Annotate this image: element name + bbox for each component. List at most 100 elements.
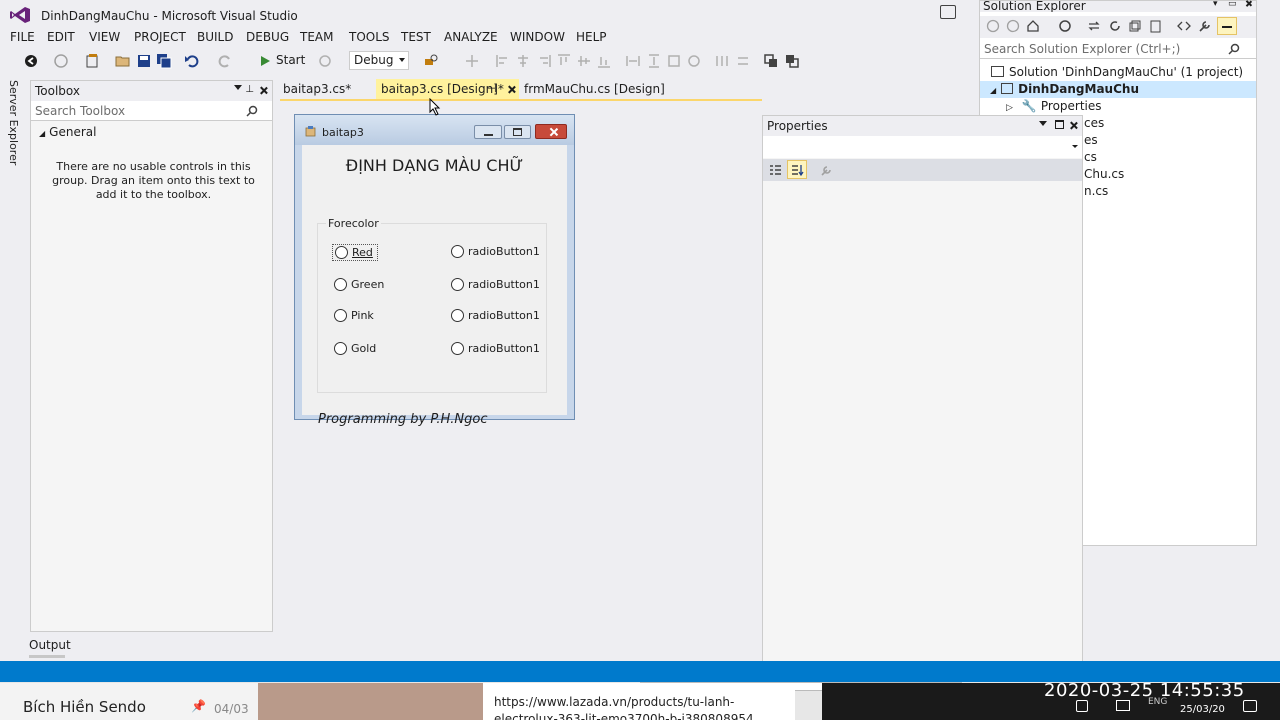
send-to-back-icon[interactable] xyxy=(784,53,800,69)
align-lefts-icon[interactable] xyxy=(495,53,511,69)
close-tab-icon[interactable] xyxy=(506,85,515,94)
properties-node[interactable]: ▷ 🔧 Properties xyxy=(1006,99,1102,113)
align-centers-icon[interactable] xyxy=(515,53,531,69)
align-rights-icon[interactable] xyxy=(536,53,552,69)
alphabetical-button[interactable] xyxy=(787,160,807,179)
horizontal-spacing-icon[interactable] xyxy=(714,53,730,69)
server-explorer-tab[interactable]: Server Explorer xyxy=(7,80,20,165)
menu-edit[interactable]: EDIT xyxy=(47,30,75,44)
refresh-icon[interactable] xyxy=(317,53,333,69)
menu-window[interactable]: WINDOW xyxy=(510,30,565,44)
language-indicator[interactable]: ENG xyxy=(1148,697,1167,707)
tree-item[interactable]: es xyxy=(1084,133,1098,147)
menu-project[interactable]: PROJECT xyxy=(134,30,186,44)
pin-icon[interactable]: ⊥ xyxy=(245,84,254,95)
object-selector-combo[interactable] xyxy=(763,136,1082,158)
menu-file[interactable]: FILE xyxy=(10,30,35,44)
close-button[interactable] xyxy=(535,124,567,139)
undo-icon[interactable] xyxy=(184,53,200,69)
bring-to-front-icon[interactable] xyxy=(763,53,779,69)
toolbox-group-general[interactable]: ◢ General xyxy=(39,125,96,139)
align-tops-icon[interactable] xyxy=(556,53,572,69)
find-icon[interactable] xyxy=(423,53,439,69)
vertical-spacing-icon[interactable] xyxy=(735,53,751,69)
form-footer-label[interactable]: Programming by P.H.Ngoc xyxy=(318,412,488,427)
radio-green[interactable]: Green xyxy=(334,278,384,291)
sync-icon[interactable] xyxy=(1087,19,1101,33)
menu-tools[interactable]: TOOLS xyxy=(349,30,390,44)
open-file-icon[interactable] xyxy=(115,53,131,69)
dropdown-icon[interactable] xyxy=(1039,121,1047,126)
size-to-grid-icon[interactable] xyxy=(686,53,702,69)
refresh-icon[interactable] xyxy=(1108,19,1122,33)
menu-debug[interactable]: DEBUG xyxy=(246,30,289,44)
radio-button1-b[interactable]: radioButton1 xyxy=(451,278,540,291)
menu-analyze[interactable]: ANALYZE xyxy=(444,30,498,44)
collapse-all-icon[interactable] xyxy=(1128,19,1142,33)
navigate-back-icon[interactable] xyxy=(23,53,39,69)
dropdown-icon[interactable] xyxy=(234,85,242,90)
align-grid-icon[interactable] xyxy=(464,53,480,69)
network-icon[interactable] xyxy=(1076,700,1088,712)
view-code-icon[interactable] xyxy=(1177,19,1191,33)
close-icon[interactable] xyxy=(258,86,267,95)
project-node[interactable]: ◢ DinhDangMauChu xyxy=(980,81,1256,98)
menu-test[interactable]: TEST xyxy=(401,30,431,44)
search-icon[interactable] xyxy=(1228,43,1240,55)
redo-icon[interactable] xyxy=(217,53,233,69)
notification-icon[interactable] xyxy=(940,5,956,19)
radio-pink[interactable]: Pink xyxy=(334,309,374,322)
property-pages-wrench-icon[interactable] xyxy=(819,163,833,177)
make-same-width-icon[interactable] xyxy=(625,53,641,69)
save-all-icon[interactable] xyxy=(156,53,172,69)
make-same-size-icon[interactable] xyxy=(666,53,682,69)
start-icon[interactable] xyxy=(257,53,273,69)
toolbox-search-input[interactable]: Search Toolbox xyxy=(31,101,272,121)
pin-icon[interactable]: 📌 xyxy=(191,699,206,713)
tree-item[interactable]: n.cs xyxy=(1084,184,1108,198)
align-bottoms-icon[interactable] xyxy=(596,53,612,69)
keyboard-icon[interactable] xyxy=(1116,700,1130,711)
close-icon[interactable] xyxy=(1244,0,1252,7)
show-all-files-icon[interactable] xyxy=(1149,19,1163,33)
maximize-icon[interactable]: ▭ xyxy=(1228,0,1237,9)
menu-help[interactable]: HELP xyxy=(576,30,607,44)
close-icon[interactable] xyxy=(1068,121,1077,130)
tab-frmmauchu-design[interactable]: frmMauChu.cs [Design] xyxy=(519,79,679,99)
tree-item[interactable]: Chu.cs xyxy=(1084,167,1124,181)
pin-icon[interactable]: ⊣ xyxy=(487,82,497,95)
properties-wrench-icon[interactable] xyxy=(1198,19,1212,33)
preview-selected-items-button[interactable] xyxy=(1217,17,1237,35)
radio-button1-a[interactable]: radioButton1 xyxy=(451,245,540,258)
menu-build[interactable]: BUILD xyxy=(197,30,233,44)
back-icon[interactable] xyxy=(986,19,1000,33)
solution-node[interactable]: Solution 'DinhDangMauChu' (1 project) xyxy=(991,65,1243,79)
maximize-button[interactable] xyxy=(504,125,531,139)
start-button[interactable]: Start xyxy=(276,53,305,67)
designer-form[interactable]: baitap3 ĐỊNH DẠNG MÀU CHỮ Forecolor Red … xyxy=(294,114,575,427)
pending-changes-icon[interactable] xyxy=(1058,19,1072,33)
solution-explorer-search-input[interactable]: Search Solution Explorer (Ctrl+;) xyxy=(980,39,1256,59)
link-preview[interactable]: https://www.lazada.vn/products/tu-lanh- … xyxy=(483,683,795,720)
tab-baitap3-cs[interactable]: baitap3.cs* xyxy=(278,79,376,99)
notifications-icon[interactable] xyxy=(1243,700,1257,712)
make-same-height-icon[interactable] xyxy=(646,53,662,69)
minimize-button[interactable] xyxy=(474,125,502,139)
radio-gold[interactable]: Gold xyxy=(334,342,376,355)
output-tab[interactable]: Output xyxy=(29,638,71,652)
search-icon[interactable] xyxy=(246,105,258,117)
tab-baitap3-design[interactable]: baitap3.cs [Design]* ⊣ xyxy=(376,79,519,99)
radio-button1-d[interactable]: radioButton1 xyxy=(451,342,540,355)
solution-configuration-select[interactable]: Debug xyxy=(349,51,409,70)
radio-button1-c[interactable]: radioButton1 xyxy=(451,309,540,322)
forecolor-groupbox[interactable]: Forecolor Red Green Pink Gold radioButto… xyxy=(317,217,547,393)
tree-item[interactable]: cs xyxy=(1084,150,1097,164)
forward-icon[interactable] xyxy=(1006,19,1020,33)
new-project-icon[interactable] xyxy=(84,53,100,69)
home-icon[interactable] xyxy=(1026,19,1040,33)
tree-item[interactable]: ces xyxy=(1084,116,1104,130)
align-middles-icon[interactable] xyxy=(576,53,592,69)
categorized-icon[interactable] xyxy=(768,163,782,177)
navigate-forward-icon[interactable] xyxy=(53,53,69,69)
radio-red[interactable]: Red xyxy=(332,244,378,261)
